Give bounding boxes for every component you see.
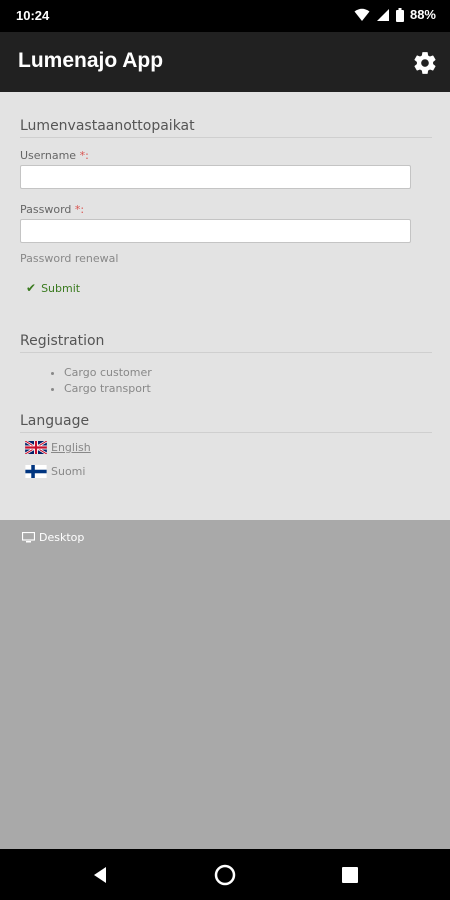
language-title: Language — [20, 413, 90, 429]
desktop-link[interactable]: Desktop — [22, 531, 84, 544]
wifi-icon — [354, 8, 370, 21]
password-input[interactable] — [20, 219, 411, 243]
divider — [20, 137, 432, 138]
checkmark-icon: ✔ — [26, 281, 37, 295]
uk-flag-icon — [25, 441, 47, 454]
registration-list: Cargo customer Cargo transport — [44, 365, 152, 397]
required-mark: *: — [74, 203, 85, 216]
language-option-english[interactable]: English — [25, 441, 91, 454]
app-bar: Lumenajo App — [0, 32, 450, 92]
required-mark: *: — [79, 149, 89, 162]
recents-icon[interactable] — [337, 862, 363, 888]
status-bar: 10:24 88% — [0, 0, 450, 32]
gear-icon[interactable] — [412, 50, 438, 76]
signal-icon — [376, 8, 389, 21]
password-renewal-link[interactable]: Password renewal — [20, 252, 118, 265]
login-section-title: Lumenvastaanottopaikat — [20, 118, 195, 134]
desktop-label: Desktop — [39, 531, 85, 544]
registration-title: Registration — [20, 333, 105, 349]
divider — [20, 432, 432, 433]
submit-button[interactable]: ✔ Submit — [26, 281, 80, 295]
language-option-suomi[interactable]: Suomi — [25, 465, 85, 478]
home-icon[interactable] — [212, 862, 238, 888]
navigation-bar — [0, 849, 450, 900]
finland-flag-icon — [25, 465, 47, 478]
divider — [20, 352, 432, 353]
status-time: 10:24 — [16, 8, 50, 23]
battery-icon — [395, 7, 404, 22]
battery-percentage: 88% — [409, 7, 436, 22]
back-icon[interactable] — [87, 862, 113, 888]
username-label: Username *: — [20, 149, 89, 162]
language-label: Suomi — [51, 465, 86, 478]
status-icons: 88% — [354, 7, 436, 22]
username-input[interactable] — [20, 165, 411, 189]
content-panel: Lumenvastaanottopaikat Username *: Passw… — [0, 92, 450, 520]
language-label: English — [51, 441, 91, 454]
app-title: Lumenajo App — [18, 49, 164, 72]
list-item[interactable]: Cargo transport — [64, 381, 152, 397]
monitor-icon — [22, 532, 35, 543]
password-label: Password *: — [20, 203, 85, 216]
list-item[interactable]: Cargo customer — [64, 365, 152, 381]
submit-label: Submit — [41, 281, 81, 295]
